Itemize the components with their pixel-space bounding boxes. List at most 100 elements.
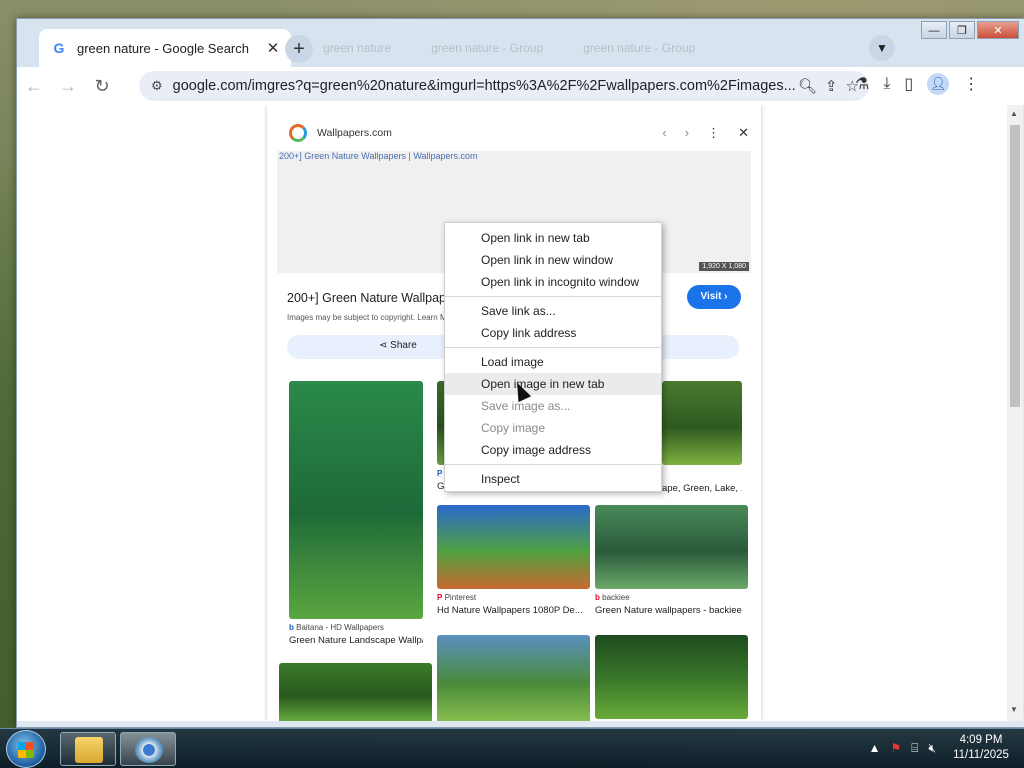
context-menu: Open link in new tab Open link in new wi… (444, 222, 662, 492)
source-favicon-icon: P (437, 593, 443, 602)
wallpapers-site-logo-icon (289, 124, 307, 142)
reload-icon[interactable]: ↻ (85, 76, 119, 97)
thumbnail-image[interactable] (662, 381, 742, 465)
menu-copy-link-address[interactable]: Copy link address (445, 322, 661, 344)
back-arrow-icon[interactable]: ← (17, 76, 51, 97)
source-favicon-icon: b (595, 593, 600, 602)
site-info-icon[interactable]: ⚙ (151, 78, 163, 94)
tab-search-chevron-icon[interactable]: ▼ (869, 35, 895, 61)
taskbar: ▲ ⚑ ⌸ 🔇︎ 4:09 PM 11/11/2025 (0, 728, 1024, 768)
tab-google-search[interactable]: G green nature - Google Search ✕ (39, 29, 291, 67)
menu-load-image[interactable]: Load image (445, 351, 661, 373)
download-icon[interactable]: ⤓ (883, 75, 890, 93)
source-name: Pinterest (444, 593, 477, 602)
card-caption[interactable]: Green Nature wallpapers - backiee (595, 605, 748, 616)
right-toolbar: ⚗ ⤓ ▯ 👤︎ ⋮ (855, 73, 979, 95)
source-favicon-icon: P (437, 469, 443, 478)
scrollbar-thumb[interactable] (1010, 125, 1020, 407)
copyright-notice: Images may be subject to copyright. Lear… (287, 313, 447, 322)
ghost-tab: green nature - Group (431, 41, 544, 55)
address-bar[interactable]: ⚙ google.com/imgres?q=green%20nature&img… (139, 71, 869, 101)
thumbnail-image[interactable] (437, 505, 590, 589)
share-icon[interactable]: ⇪ (825, 77, 838, 95)
menu-save-link-as[interactable]: Save link as... (445, 300, 661, 322)
prev-chevron-icon[interactable]: ‹ (662, 125, 666, 141)
image-card[interactable]: b Baitana - HD Wallpapers Green Nature L… (289, 381, 423, 646)
next-chevron-icon[interactable]: › (685, 125, 689, 141)
panel-controls: ‹ › ⋮ ✕ (662, 125, 749, 141)
menu-open-image-new-tab[interactable]: Open image in new tab (445, 373, 661, 395)
title-bar: G green nature - Google Search ✕ + green… (17, 19, 1024, 67)
url-text[interactable]: google.com/imgres?q=green%20nature&imgur… (173, 78, 798, 94)
menu-copy-image[interactable]: Copy image (445, 417, 661, 439)
image-card[interactable] (437, 635, 590, 721)
image-card[interactable] (279, 663, 432, 721)
tab-close-icon[interactable]: ✕ (261, 39, 285, 57)
site-name[interactable]: Wallpapers.com (317, 127, 662, 139)
card-source: b backiee (595, 593, 748, 602)
system-clock[interactable]: 4:09 PM 11/11/2025 (946, 733, 1016, 763)
source-name: backiee (602, 593, 630, 602)
clock-time: 4:09 PM (959, 734, 1003, 746)
menu-inspect[interactable]: Inspect (445, 468, 661, 490)
close-window-button[interactable]: ✕ (977, 21, 1019, 39)
restore-button[interactable]: ❐ (949, 21, 975, 39)
side-panel-icon[interactable]: ▯ (904, 74, 913, 94)
tab-title: green nature - Google Search (77, 40, 249, 56)
visit-button[interactable]: Visit › (687, 285, 741, 309)
menu-save-image-as[interactable]: Save image as... (445, 395, 661, 417)
forward-arrow-icon[interactable]: → (51, 76, 85, 97)
window-controls: — ❐ ✕ (921, 21, 1019, 39)
card-source: b Baitana - HD Wallpapers (289, 623, 423, 632)
close-panel-icon[interactable]: ✕ (738, 125, 749, 141)
panel-header: Wallpapers.com ‹ › ⋮ ✕ (289, 121, 749, 145)
thumbnail-image[interactable] (595, 505, 748, 589)
image-card[interactable] (595, 635, 748, 719)
show-hidden-icons-icon[interactable]: ▲ (869, 741, 881, 755)
thumbnail-image[interactable] (437, 635, 590, 721)
start-button[interactable] (6, 730, 46, 768)
chrome-icon (135, 737, 163, 763)
share-icon: ⋖ (379, 340, 391, 351)
ghost-tab: green nature - Group (583, 41, 696, 55)
ghost-tab: green nature (323, 41, 392, 55)
network-icon[interactable]: ⌸ (911, 741, 918, 756)
scroll-down-icon[interactable]: ▼ (1010, 705, 1018, 714)
card-caption[interactable]: ape, Green, Lake, ... (662, 483, 742, 494)
menu-separator (445, 464, 661, 465)
image-dimensions-badge: 1,920 X 1,080 (699, 262, 749, 271)
more-options-icon[interactable]: ⋮ (707, 125, 720, 141)
menu-open-link-new-tab[interactable]: Open link in new tab (445, 227, 661, 249)
thumbnail-image[interactable] (279, 663, 432, 721)
image-card[interactable]: ape, Green, Lake, ... (662, 381, 742, 494)
profile-avatar-icon[interactable]: 👤︎ (927, 73, 950, 95)
image-card[interactable]: b backiee Green Nature wallpapers - back… (595, 505, 748, 616)
google-favicon-icon: G (53, 40, 65, 56)
minimize-button[interactable]: — (921, 21, 947, 39)
card-caption[interactable]: Hd Nature Wallpapers 1080P De... (437, 605, 590, 616)
menu-open-link-new-window[interactable]: Open link in new window (445, 249, 661, 271)
broken-image-alt: 200+] Green Nature Wallpapers | Wallpape… (279, 151, 478, 161)
thumbnail-image[interactable] (289, 381, 423, 619)
menu-open-link-incognito[interactable]: Open link in incognito window (445, 271, 661, 293)
menu-copy-image-address[interactable]: Copy image address (445, 439, 661, 461)
system-tray: ▲ ⚑ ⌸ 🔇︎ 4:09 PM 11/11/2025 (869, 733, 1016, 763)
folder-icon (75, 737, 103, 763)
new-tab-button[interactable]: + (285, 35, 313, 63)
thumbnail-image[interactable] (595, 635, 748, 719)
result-title[interactable]: 200+] Green Nature Wallpape (287, 291, 453, 305)
taskbar-explorer[interactable] (60, 732, 116, 766)
volume-muted-icon[interactable]: 🔇︎ (928, 741, 936, 756)
image-card[interactable]: P Pinterest Hd Nature Wallpapers 1080P D… (437, 505, 590, 616)
scroll-up-icon[interactable]: ▲ (1010, 109, 1018, 118)
menu-separator (445, 347, 661, 348)
page-scrollbar[interactable]: ▲ ▼ (1007, 105, 1023, 721)
extension-flask-icon[interactable]: ⚗ (855, 74, 869, 94)
search-lens-icon[interactable]: 🔍︎ (798, 77, 817, 95)
action-center-flag-icon[interactable]: ⚑ (890, 741, 901, 755)
taskbar-chrome[interactable] (120, 732, 176, 766)
share-label: ⋖ Share (379, 340, 417, 351)
ghost-tabs: green nature green nature - Group green … (323, 33, 843, 63)
card-caption[interactable]: Green Nature Landscape Wallpa... (289, 635, 423, 646)
menu-kebab-icon[interactable]: ⋮ (963, 74, 979, 94)
